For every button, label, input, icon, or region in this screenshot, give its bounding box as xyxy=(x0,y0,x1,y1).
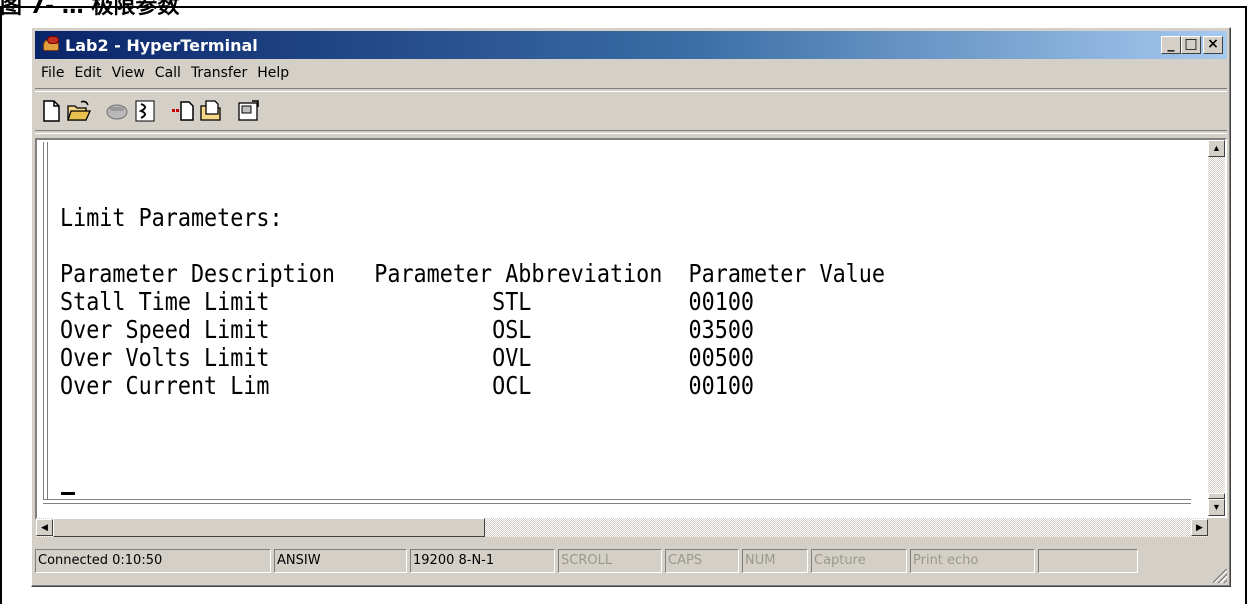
terminal-output: Limit Parameters: Parameter Description … xyxy=(60,204,885,400)
terminal-line-osl: Over Speed Limit OSL 03500 xyxy=(60,315,755,344)
status-port-settings: 19200 8-N-1 xyxy=(410,549,555,573)
status-print-echo: Print echo xyxy=(910,549,1035,573)
terminal-left-border xyxy=(43,142,48,500)
open-icon xyxy=(67,100,92,121)
scroll-up-button[interactable]: ▲ xyxy=(1208,140,1225,157)
new-connection-button[interactable] xyxy=(38,98,64,124)
hyperterminal-window: Lab2 - HyperTerminal _ □ × File Edit Vie… xyxy=(31,27,1231,587)
menu-bar: File Edit View Call Transfer Help xyxy=(36,62,294,84)
status-capture: Capture xyxy=(811,549,907,573)
menu-file[interactable]: File xyxy=(36,65,69,81)
hyperterminal-icon[interactable] xyxy=(41,35,61,55)
scroll-down-button[interactable]: ▼ xyxy=(1208,499,1225,516)
menu-transfer[interactable]: Transfer xyxy=(186,65,252,81)
scroll-right-button[interactable]: ▶ xyxy=(1191,519,1208,536)
receive-button[interactable] xyxy=(198,98,224,124)
window-title: Lab2 - HyperTerminal xyxy=(65,35,258,55)
figure-caption-text: 图 7- … 极限参数 xyxy=(0,0,180,19)
status-connection-time: Connected 0:10:50 xyxy=(35,549,271,573)
properties-button[interactable] xyxy=(236,98,262,124)
status-emulation: ANSIW xyxy=(274,549,407,573)
menu-edit[interactable]: Edit xyxy=(69,65,106,81)
terminal-line-header: Parameter Description Parameter Abbrevia… xyxy=(60,259,885,288)
status-caps: CAPS xyxy=(665,549,739,573)
toolbar xyxy=(38,95,262,127)
scroll-left-button[interactable]: ◀ xyxy=(36,519,53,536)
terminal-bottom-border xyxy=(43,499,1191,504)
terminal-line-ocl: Over Current Lim OCL 00100 xyxy=(60,371,755,400)
send-button[interactable] xyxy=(170,98,196,124)
figure-frame-left xyxy=(0,6,2,604)
figure-caption: 图 7- … 极限参数 xyxy=(0,0,1247,20)
status-bar: Connected 0:10:50 ANSIW 19200 8-N-1 SCRO… xyxy=(35,549,1141,575)
menu-separator xyxy=(35,88,1227,92)
vertical-scrollbar[interactable]: ▲ ▼ xyxy=(1208,140,1225,516)
new-connection-icon xyxy=(43,100,60,122)
caption-rule xyxy=(0,6,1247,8)
terminal-screen[interactable]: Limit Parameters: Parameter Description … xyxy=(35,138,1227,520)
terminal-cursor xyxy=(61,492,75,495)
status-num: NUM xyxy=(742,549,808,573)
disconnect-icon xyxy=(135,100,155,122)
terminal-line-stl: Stall Time Limit STL 00100 xyxy=(60,287,755,316)
toolbar-separator xyxy=(35,130,1227,134)
send-icon xyxy=(172,101,194,121)
maximize-button[interactable]: □ xyxy=(1181,36,1201,54)
call-button[interactable] xyxy=(104,98,130,124)
title-bar[interactable]: Lab2 - HyperTerminal _ □ × xyxy=(35,31,1227,59)
properties-icon xyxy=(238,100,259,121)
call-icon xyxy=(106,104,128,120)
scrollbar-corner xyxy=(1208,518,1228,537)
menu-help[interactable]: Help xyxy=(252,65,294,81)
menu-call[interactable]: Call xyxy=(150,65,186,81)
minimize-button[interactable]: _ xyxy=(1161,36,1181,54)
terminal-line-ovl: Over Volts Limit OVL 00500 xyxy=(60,343,755,372)
close-button[interactable]: × xyxy=(1203,36,1223,54)
horizontal-scrollbar[interactable]: ◀ ▶ xyxy=(36,518,1208,537)
disconnect-button[interactable] xyxy=(132,98,158,124)
terminal-line-title: Limit Parameters: xyxy=(60,203,283,232)
receive-icon xyxy=(200,100,221,121)
menu-view[interactable]: View xyxy=(107,65,150,81)
status-empty-panel xyxy=(1038,549,1138,573)
resize-grip[interactable] xyxy=(1213,569,1227,583)
horizontal-scroll-thumb[interactable] xyxy=(53,518,485,537)
open-button[interactable] xyxy=(66,98,92,124)
status-scroll: SCROLL xyxy=(558,549,662,573)
